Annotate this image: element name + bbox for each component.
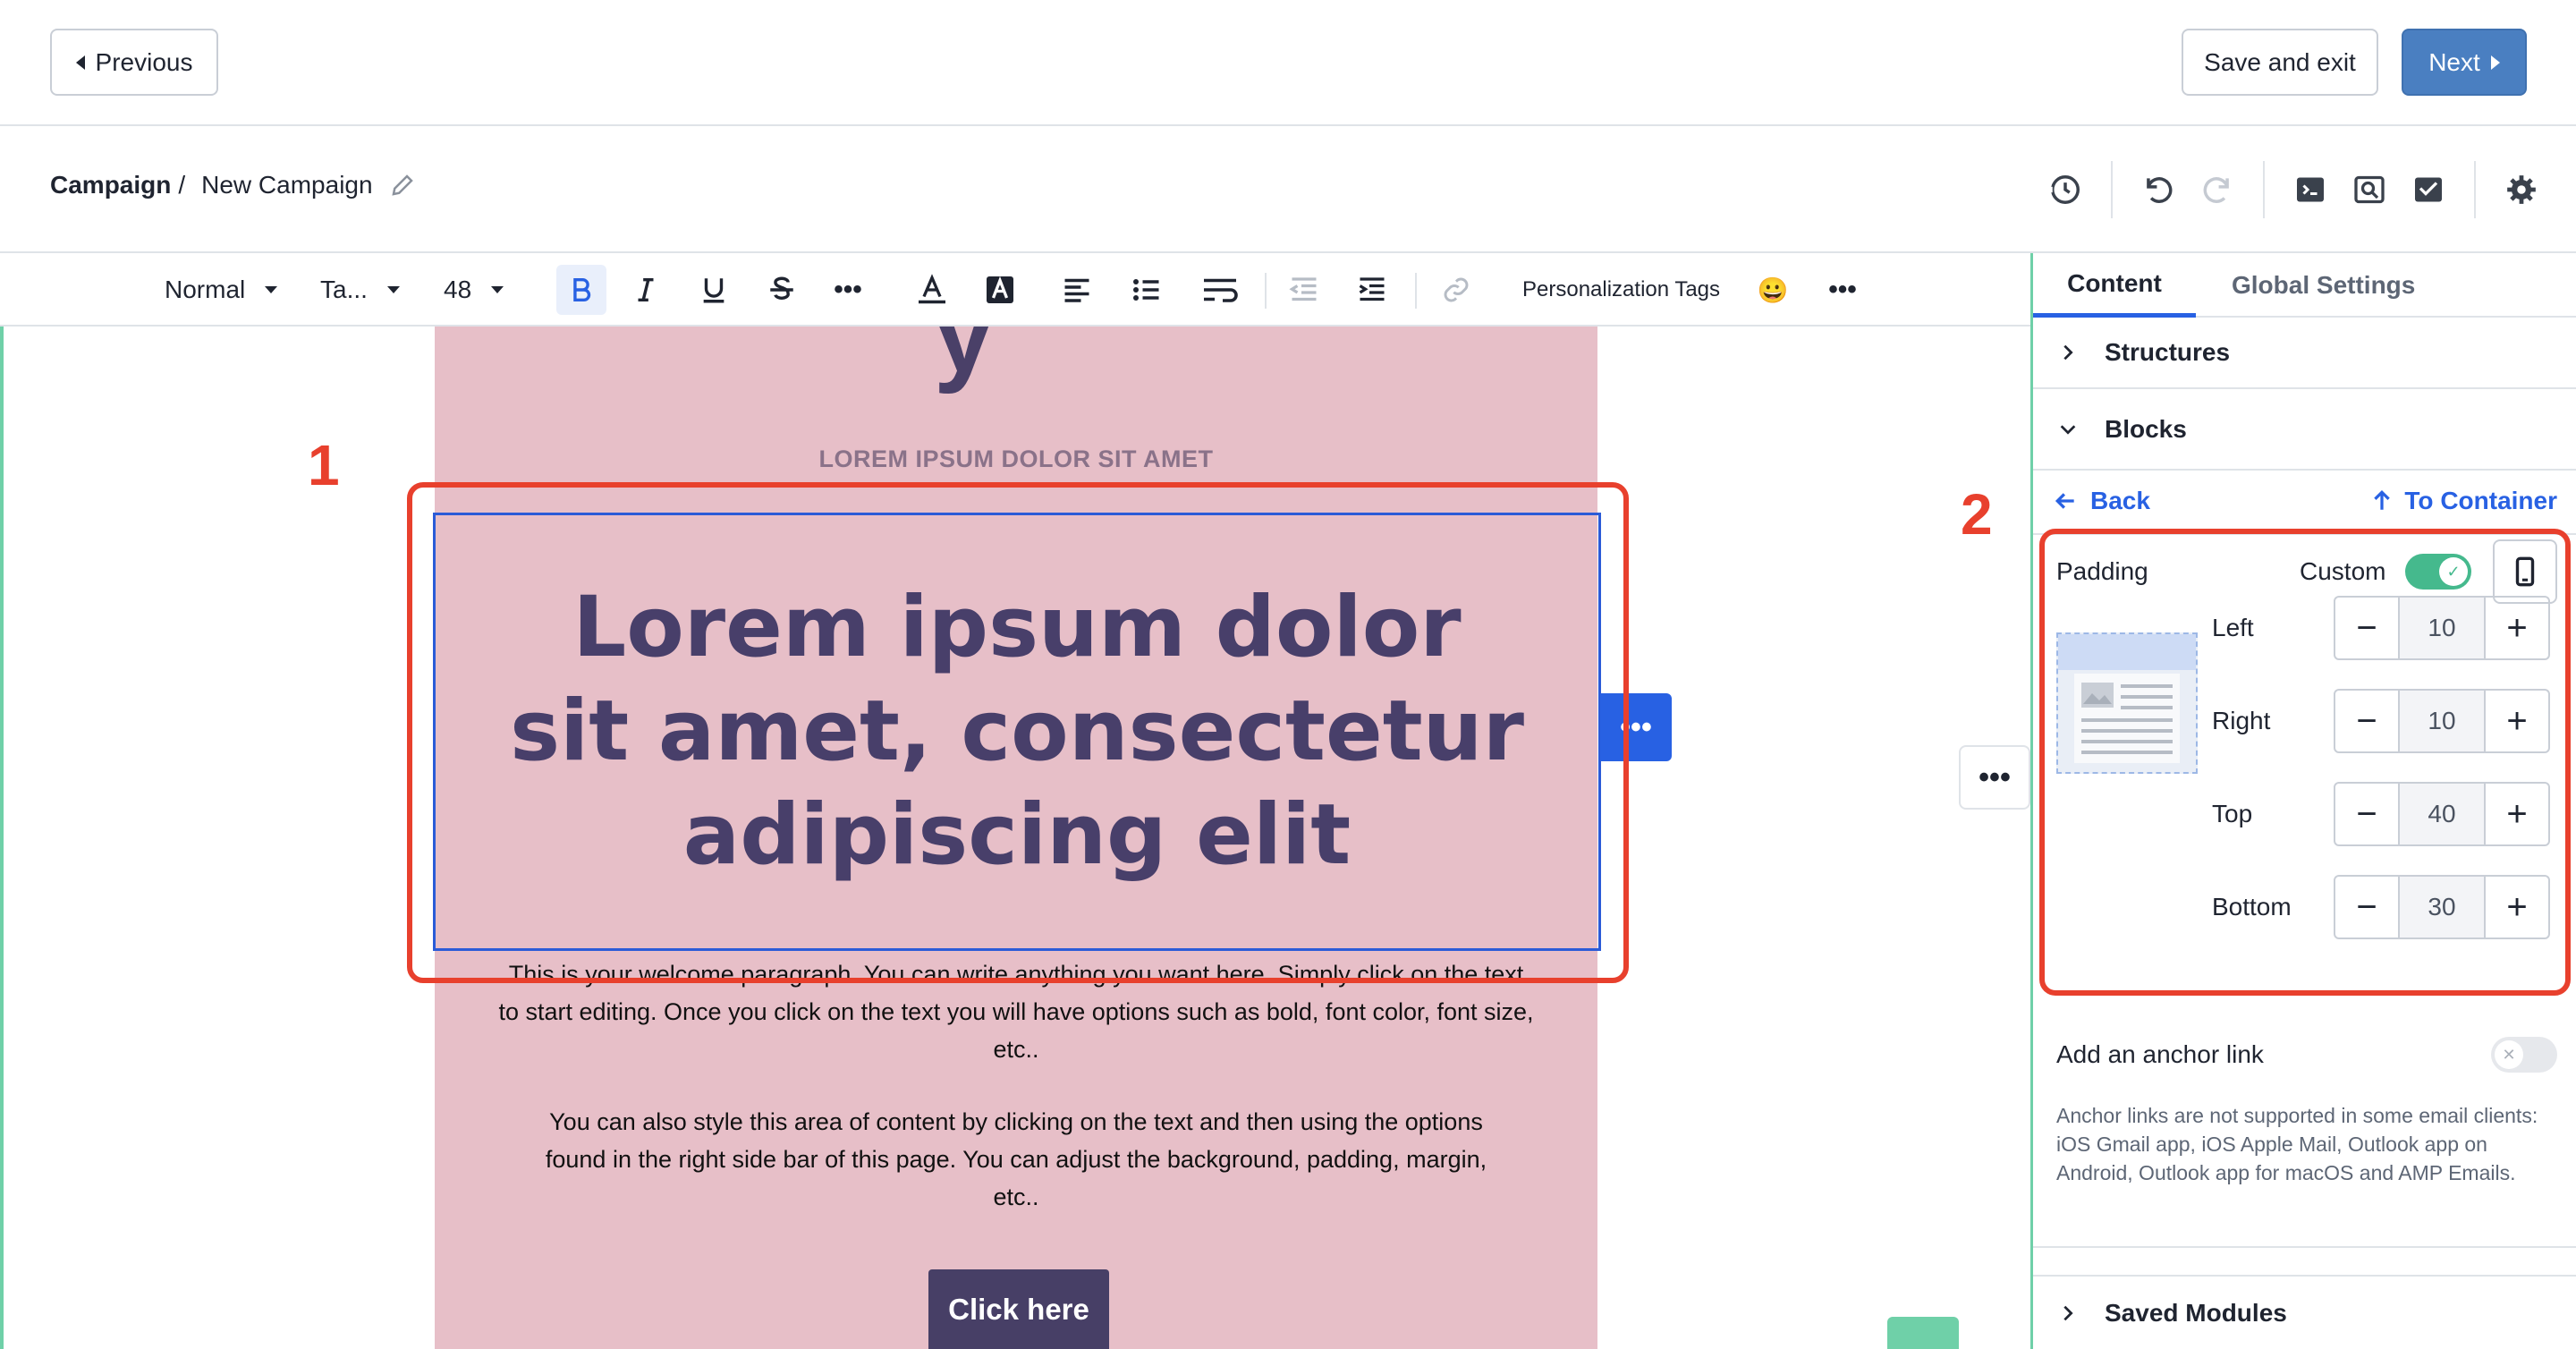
outdent-icon[interactable] (1279, 265, 1329, 315)
saved-modules-label: Saved Modules (2105, 1298, 2287, 1327)
previous-button-label: Previous (95, 47, 193, 76)
text-wrap-icon[interactable] (1195, 265, 1245, 315)
chevron-right-icon (2058, 343, 2090, 362)
chevron-down-icon (2058, 420, 2090, 439)
campaign-name: New Campaign (201, 171, 373, 199)
divider (2263, 161, 2265, 218)
chevron-down-icon (491, 286, 504, 293)
font-family-dropdown[interactable]: Ta... (320, 253, 400, 327)
align-left-icon[interactable] (1052, 265, 1102, 315)
link-icon[interactable] (1431, 265, 1481, 315)
test-email-icon[interactable] (2399, 160, 2458, 219)
back-label: Back (2090, 487, 2150, 514)
undo-icon[interactable] (2129, 160, 2188, 219)
history-icon[interactable] (2036, 160, 2095, 219)
annotation-box-2 (2039, 529, 2571, 996)
blocks-accordion[interactable]: Blocks (2033, 389, 2576, 471)
strikethrough-icon[interactable] (757, 265, 807, 315)
add-block-button[interactable] (1887, 1317, 1959, 1349)
annotation-number-2: 2 (1961, 482, 1993, 547)
code-icon[interactable] (2281, 160, 2340, 219)
divider (2474, 161, 2476, 218)
more-options-icon[interactable]: ••• (1818, 265, 1868, 315)
style-paragraph[interactable]: You can also style this area of content … (524, 1103, 1508, 1216)
arrow-left-icon (2055, 493, 2074, 509)
anchor-link-note: Anchor links are not supported in some e… (2056, 1104, 2538, 1184)
chevron-down-icon (386, 286, 400, 293)
bold-icon[interactable] (556, 265, 606, 315)
eyebrow-text[interactable]: LOREM IPSUM DOLOR SIT AMET (435, 445, 1597, 473)
structures-accordion[interactable]: Structures (2033, 318, 2576, 389)
breadcrumb: Campaign / New Campaign (50, 171, 416, 199)
caret-right-icon (2490, 55, 2500, 70)
more-format-icon[interactable]: ••• (823, 265, 873, 315)
saved-modules-accordion[interactable]: Saved Modules (2033, 1275, 2576, 1349)
blocks-label: Blocks (2105, 414, 2187, 443)
sidebar-tabs: Content Global Settings (2033, 253, 2576, 318)
divider (2033, 1246, 2576, 1248)
annotation-number-1: 1 (308, 433, 340, 497)
anchor-link-label: Add an anchor link (2056, 1040, 2264, 1068)
structure-more-button[interactable]: ••• (1959, 745, 2030, 810)
tab-global-settings[interactable]: Global Settings (2232, 253, 2415, 318)
chevron-down-icon (265, 286, 278, 293)
tab-content[interactable]: Content (2033, 253, 2196, 318)
cta-button[interactable]: Click here (928, 1269, 1109, 1349)
breadcrumb-root[interactable]: Campaign (50, 171, 171, 199)
emoji-icon[interactable]: 😀 (1748, 265, 1798, 315)
arrow-up-icon (2374, 489, 2391, 510)
personalization-tags-button[interactable]: Personalization Tags (1522, 253, 1720, 327)
font-size-dropdown[interactable]: 48 (444, 253, 504, 327)
save-and-exit-button[interactable]: Save and exit (2182, 29, 2378, 96)
block-navigation: Back To Container (2033, 471, 2576, 535)
chevron-right-icon (2058, 1303, 2090, 1323)
to-container-link[interactable]: To Container (2370, 487, 2557, 515)
back-link[interactable]: Back (2055, 487, 2150, 515)
settings-icon[interactable] (2492, 160, 2551, 219)
to-container-label: To Container (2404, 487, 2557, 514)
structures-label: Structures (2105, 338, 2231, 366)
partial-heading-glyph: y (934, 327, 994, 395)
paragraph-style-value: Normal (165, 276, 246, 303)
edit-name-icon[interactable] (389, 172, 416, 199)
bulleted-list-icon[interactable] (1122, 265, 1172, 315)
anchor-link-toggle[interactable]: ✕ (2491, 1037, 2557, 1073)
caret-left-icon (75, 55, 85, 70)
previous-button[interactable]: Previous (50, 29, 218, 96)
next-button-label: Next (2428, 47, 2480, 76)
top-navigation: Previous Save and exit Next (0, 0, 2576, 126)
font-family-value: Ta... (320, 276, 368, 303)
breadcrumb-separator: / (178, 171, 186, 199)
divider (2111, 161, 2113, 218)
next-button[interactable]: Next (2402, 29, 2527, 96)
breadcrumb-bar: Campaign / New Campaign (0, 126, 2576, 253)
font-size-value: 48 (444, 276, 472, 303)
underline-icon[interactable] (689, 265, 739, 315)
annotation-box-1 (407, 482, 1629, 983)
paragraph-style-dropdown[interactable]: Normal (165, 253, 278, 327)
close-icon: ✕ (2495, 1040, 2523, 1069)
divider (1415, 273, 1417, 309)
editor-actions (2036, 160, 2551, 219)
redo-icon[interactable] (2188, 160, 2247, 219)
highlight-color-icon[interactable] (975, 265, 1025, 315)
indent-icon[interactable] (1347, 265, 1397, 315)
font-color-icon[interactable] (907, 265, 957, 315)
email-editor-app: { "nav": { "previous_label": "Previous",… (0, 0, 2576, 1349)
divider (1265, 273, 1267, 309)
italic-icon[interactable] (621, 265, 671, 315)
preview-icon[interactable] (2340, 160, 2399, 219)
text-format-toolbar: Normal Ta... 48 ••• Personalization Tags… (0, 253, 2030, 327)
